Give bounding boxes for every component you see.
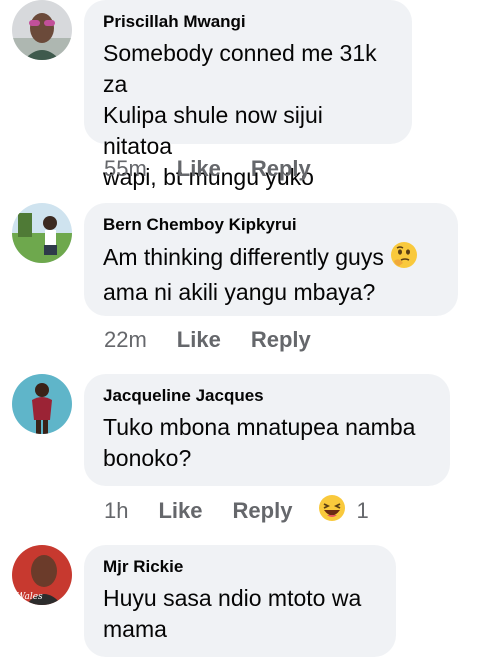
comment-bubble: Priscillah Mwangi Somebody conned me 31k…	[84, 0, 412, 190]
comment-text-line: ama ni akili yangu mbaya?	[103, 279, 376, 305]
like-button[interactable]: Like	[177, 156, 221, 182]
comment-author[interactable]: Bern Chemboy Kipkyrui	[103, 215, 440, 235]
avatar-caption: Wales	[16, 592, 43, 602]
comment-text: Am thinking differently guys ama ni akili…	[103, 241, 440, 308]
comment-actions: 22m Like Reply	[104, 325, 341, 355]
reaction-summary[interactable]: 1	[318, 494, 369, 528]
comment-bubble: Bern Chemboy Kipkyrui Am thinking differ…	[84, 203, 458, 316]
comment-time[interactable]: 1h	[104, 498, 128, 524]
reply-button[interactable]: Reply	[233, 498, 293, 524]
comment-actions: 55m Like Reply	[104, 154, 341, 184]
like-button[interactable]: Like	[177, 327, 221, 353]
comment-text: Huyu sasa ndio mtoto wa mama	[103, 585, 362, 642]
comment-bubble: Jacqueline Jacques Tuko mbona mnatupea n…	[84, 374, 450, 486]
reply-button[interactable]: Reply	[251, 327, 311, 353]
comment-author[interactable]: Mjr Rickie	[103, 557, 378, 577]
laughing-face-icon	[318, 494, 346, 528]
reaction-count: 1	[356, 498, 369, 523]
comment-time[interactable]: 55m	[104, 156, 147, 182]
comment-actions: 1h Like Reply 1	[104, 494, 369, 528]
avatar[interactable]	[12, 374, 72, 434]
avatar[interactable]	[12, 0, 72, 60]
comment-time[interactable]: 22m	[104, 327, 147, 353]
comment-author[interactable]: Jacqueline Jacques	[103, 386, 432, 406]
comment-bubble: Mjr Rickie Huyu sasa ndio mtoto wa mama	[84, 545, 396, 657]
comment-author[interactable]: Priscillah Mwangi	[103, 12, 394, 32]
comment-text: Tuko mbona mnatupea namba bonoko?	[103, 414, 416, 471]
avatar[interactable]: Wales	[12, 545, 72, 605]
comment-text-line: Am thinking differently guys	[103, 244, 384, 270]
like-button[interactable]: Like	[158, 498, 202, 524]
thinking-face-icon	[390, 241, 418, 277]
avatar[interactable]	[12, 203, 72, 263]
reply-button[interactable]: Reply	[251, 156, 311, 182]
